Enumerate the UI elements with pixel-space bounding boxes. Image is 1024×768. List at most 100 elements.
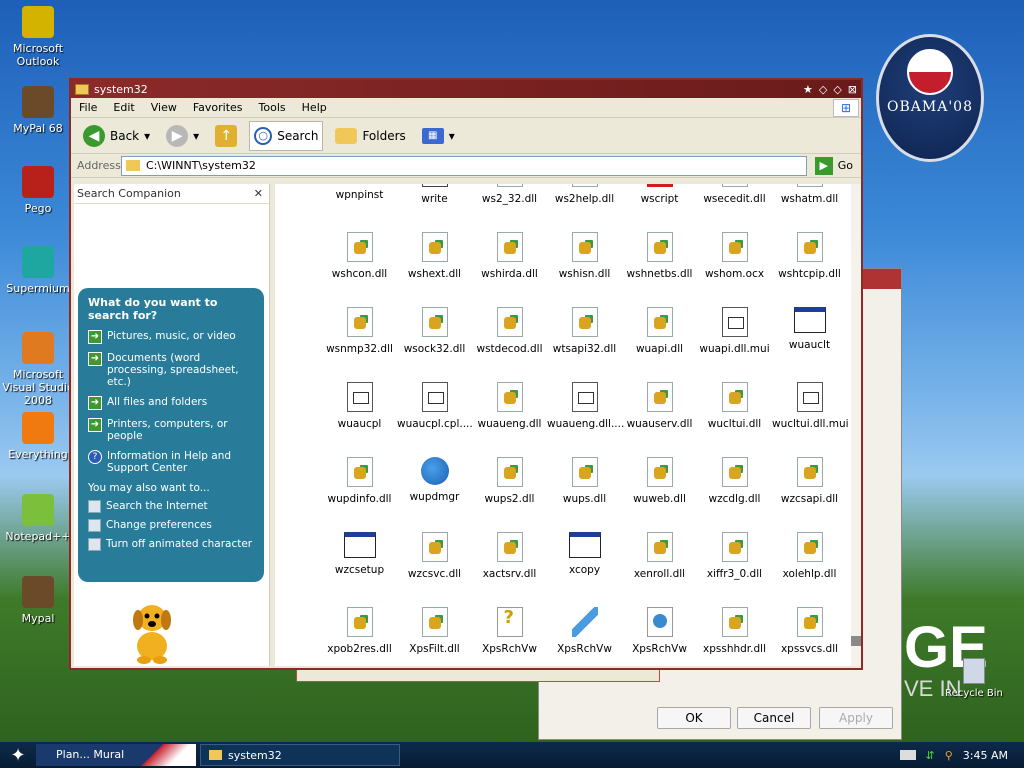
desktop-icon-pego[interactable]: Pego — [0, 166, 76, 215]
file-item[interactable]: wucltui.dll.mui — [772, 382, 849, 430]
address-input[interactable]: C:\WINNT\system32 — [121, 155, 807, 176]
apply-button[interactable]: Apply — [819, 707, 893, 729]
file-item[interactable]: wuaucpl.cpl.... — [397, 382, 473, 430]
file-item[interactable]: xpsshhdr.dll — [697, 607, 772, 655]
views-button[interactable]: ▦ ▾ — [418, 121, 459, 151]
desktop-icon-everything[interactable]: Everything — [0, 412, 76, 461]
file-item[interactable]: xenroll.dll — [622, 532, 697, 580]
taskbar-item-plan-mural[interactable]: Plan... Mural — [36, 744, 196, 766]
file-item[interactable]: wpnpinst — [322, 184, 397, 201]
file-item[interactable]: ws2help.dll — [547, 184, 622, 205]
chevron-down-icon[interactable]: ▾ — [144, 129, 150, 143]
forward-button[interactable]: ▶ ▾ — [162, 121, 203, 151]
file-item[interactable]: wzcsvc.dll — [397, 532, 472, 580]
menu-view[interactable]: View — [143, 101, 185, 114]
file-item[interactable]: wshom.ocx — [697, 232, 772, 280]
file-item[interactable]: wshtcpip.dll — [772, 232, 847, 280]
menu-edit[interactable]: Edit — [105, 101, 142, 114]
up-folder-button[interactable]: ↑ — [211, 121, 241, 151]
file-item[interactable]: ws2_32.dll — [472, 184, 547, 205]
desktop-icon-visual-studio[interactable]: Microsoft Visual Studio 2008 — [0, 332, 76, 407]
file-item[interactable]: wuweb.dll — [622, 457, 697, 505]
file-item[interactable]: wtsapi32.dll — [547, 307, 622, 355]
file-item[interactable]: wscript — [622, 184, 697, 205]
file-item[interactable]: wupdmgr — [397, 457, 472, 503]
file-item[interactable]: write — [397, 184, 472, 205]
file-item[interactable]: xolehlp.dll — [772, 532, 847, 580]
desktop-icon-mypal[interactable]: MyPal 68 — [0, 86, 76, 135]
change-preferences-link[interactable]: Change preferences — [88, 519, 254, 532]
file-item[interactable]: wuaucpl — [322, 382, 397, 430]
file-item[interactable]: wshext.dll — [397, 232, 472, 280]
file-item[interactable]: wshirda.dll — [472, 232, 547, 280]
search-button[interactable]: ○ Search — [249, 120, 324, 151]
desktop-icon-recycle-bin[interactable]: Recycle Bin — [944, 658, 1004, 699]
scrollbar-thumb[interactable] — [851, 636, 861, 646]
file-item[interactable]: wzcsetup — [322, 532, 397, 576]
desktop-icon-mypal[interactable]: Mypal — [0, 576, 76, 625]
minimize-icon[interactable]: ◇ — [819, 83, 827, 96]
file-item[interactable]: wshisn.dll — [547, 232, 622, 280]
search-option-all-files[interactable]: ➜ All files and folders — [88, 396, 254, 410]
file-item[interactable]: wuauclt — [772, 307, 847, 351]
file-item[interactable]: XpsRchVw — [622, 607, 697, 655]
maximize-icon[interactable]: ◇ — [833, 83, 841, 96]
file-item[interactable]: wzcdlg.dll — [697, 457, 772, 505]
network-icon[interactable]: ⇵ — [926, 749, 935, 762]
file-item[interactable]: xactsrv.dll — [472, 532, 547, 580]
file-item[interactable]: XpsRchVw — [472, 607, 547, 655]
menu-favorites[interactable]: Favorites — [185, 101, 251, 114]
desktop-icon-outlook[interactable]: Microsoft Outlook — [0, 6, 76, 68]
file-item[interactable]: wzcsapi.dll — [772, 457, 847, 505]
desktop-icon-supermium[interactable]: Supermium — [0, 246, 76, 295]
file-item[interactable]: xiffr3_0.dll — [697, 532, 772, 580]
file-item[interactable]: wsock32.dll — [397, 307, 472, 355]
file-item[interactable]: wuaueng.dll — [472, 382, 547, 430]
search-option-pictures[interactable]: ➜ Pictures, music, or video — [88, 330, 254, 344]
star-icon[interactable]: ★ — [803, 83, 813, 96]
file-item[interactable]: wucltui.dll — [697, 382, 772, 430]
close-icon[interactable]: ⊠ — [848, 83, 857, 96]
file-item[interactable]: wsnmp32.dll — [322, 307, 397, 355]
file-item[interactable]: wuapi.dll — [622, 307, 697, 355]
file-item[interactable]: wshcon.dll — [322, 232, 397, 280]
file-item[interactable]: wups2.dll — [472, 457, 547, 505]
search-internet-link[interactable]: Search the Internet — [88, 500, 254, 513]
search-option-documents[interactable]: ➜ Documents (word processing, spreadsheet… — [88, 352, 254, 388]
search-option-help[interactable]: ? Information in Help and Support Center — [88, 450, 254, 474]
menu-file[interactable]: File — [71, 101, 105, 114]
file-item[interactable]: XpsRchVw — [547, 607, 622, 655]
search-dog-character-icon[interactable] — [124, 596, 180, 666]
file-item[interactable]: wuaueng.dll.... — [547, 382, 624, 430]
window-titlebar[interactable]: system32 ★ ◇ ◇ ⊠ — [71, 80, 861, 98]
menu-help[interactable]: Help — [294, 101, 335, 114]
file-item[interactable]: wuapi.dll.mui — [697, 307, 772, 355]
file-item[interactable]: wupdinfo.dll — [322, 457, 397, 505]
file-item[interactable]: wuauserv.dll — [622, 382, 697, 430]
taskbar-item-system32[interactable]: system32 — [200, 744, 400, 766]
desktop-icon-notepadpp[interactable]: Notepad++ — [0, 494, 76, 543]
keyboard-icon[interactable] — [899, 750, 916, 760]
file-item[interactable]: wshatm.dll — [772, 184, 847, 205]
file-item[interactable]: xpssvcs.dll — [772, 607, 847, 655]
file-item[interactable]: wshnetbs.dll — [622, 232, 697, 280]
back-button[interactable]: ◀ Back ▾ — [79, 121, 154, 151]
file-item[interactable]: xcopy — [547, 532, 622, 576]
ok-button[interactable]: OK — [657, 707, 731, 729]
file-item[interactable]: XpsFilt.dll — [397, 607, 472, 655]
clock[interactable]: 3:45 AM — [963, 749, 1008, 762]
chevron-down-icon[interactable]: ▾ — [449, 129, 455, 143]
search-icon[interactable]: ⚲ — [945, 749, 953, 762]
go-button[interactable]: ▶ Go — [807, 156, 861, 175]
menu-tools[interactable]: Tools — [251, 101, 294, 114]
file-item[interactable]: wsecedit.dll — [697, 184, 772, 205]
start-button[interactable]: ✦ — [0, 745, 36, 766]
search-option-printers[interactable]: ➜ Printers, computers, or people — [88, 418, 254, 442]
folders-button[interactable]: Folders — [331, 121, 409, 151]
file-item[interactable]: wstdecod.dll — [472, 307, 547, 355]
file-item[interactable]: xpob2res.dll — [322, 607, 397, 655]
vertical-scrollbar[interactable] — [851, 184, 861, 666]
turn-off-character-link[interactable]: Turn off animated character — [88, 538, 254, 551]
cancel-button[interactable]: Cancel — [737, 707, 811, 729]
chevron-down-icon[interactable]: ▾ — [193, 129, 199, 143]
